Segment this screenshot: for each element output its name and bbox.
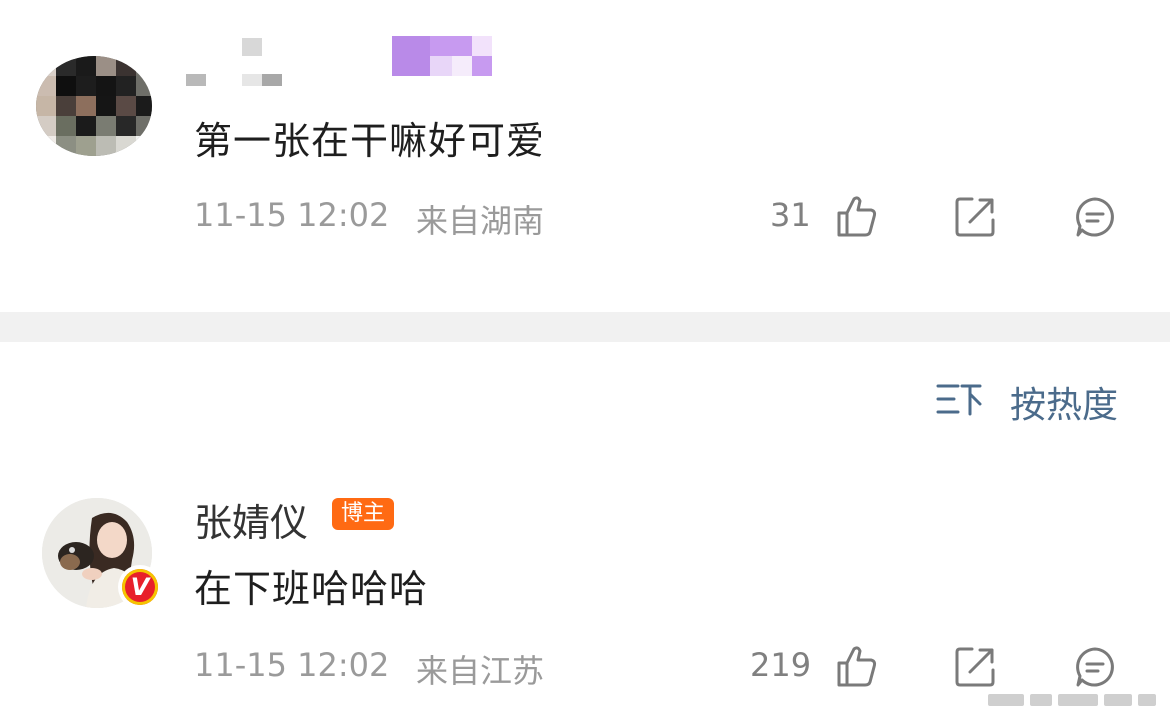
- avatar[interactable]: [36, 56, 152, 156]
- author-badge: 博主: [332, 498, 394, 530]
- section-divider: [0, 312, 1170, 342]
- comment-text: 第一张在干嘛好可爱: [194, 119, 546, 163]
- username[interactable]: 张婧仪: [194, 492, 308, 547]
- share-icon[interactable]: [954, 196, 996, 238]
- thumbs-up-icon[interactable]: [836, 644, 878, 688]
- comment-icon[interactable]: [1074, 196, 1116, 238]
- share-icon[interactable]: [954, 646, 996, 688]
- verified-mark: V: [122, 569, 158, 605]
- like-count: 31: [770, 196, 811, 234]
- blurred-username[interactable]: [186, 36, 516, 86]
- sort-label: 按热度: [1010, 385, 1119, 426]
- verified-badge: V: [118, 565, 162, 609]
- comment-location: 来自湖南: [416, 202, 545, 240]
- watermark: [988, 686, 1160, 716]
- comment-time: 11-15 12:02: [194, 196, 390, 234]
- thumbs-up-icon[interactable]: [836, 194, 878, 238]
- sort-icon: [936, 382, 984, 418]
- like-count: 219: [750, 646, 812, 684]
- comment-icon[interactable]: [1074, 646, 1116, 688]
- comment-time: 11-15 12:02: [194, 646, 390, 684]
- comment-text: 在下班哈哈哈: [194, 567, 429, 611]
- comment-location: 来自江苏: [416, 652, 545, 690]
